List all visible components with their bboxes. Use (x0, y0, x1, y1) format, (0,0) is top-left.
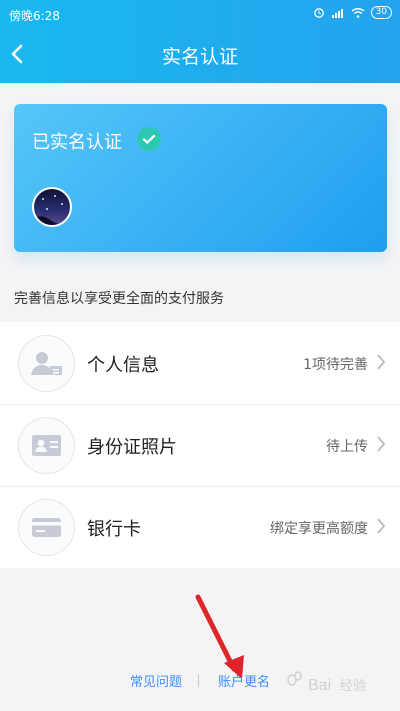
watermark-logo: Bai 经验 (282, 668, 392, 700)
divider (198, 674, 199, 687)
chevron-right-icon (377, 518, 386, 534)
verification-card: 已实名认证 (14, 104, 387, 252)
header-bar: 傍晚6:28 30 实名认证 (0, 0, 400, 83)
card-title: 已实名认证 (32, 132, 122, 153)
avatar (32, 187, 72, 227)
list-item-label: 身份证照片 (87, 437, 177, 458)
wifi-icon (351, 7, 365, 18)
list-item-bank-card[interactable]: 银行卡 绑定享更高额度 (0, 486, 400, 568)
account-rename-link[interactable]: 账户更名 (218, 671, 270, 690)
section-hint: 完善信息以享受更全面的支付服务 (14, 291, 224, 307)
list-item-id-photo[interactable]: 身份证照片 待上传 (0, 404, 400, 487)
status-icons: 30 (313, 6, 392, 19)
nav-bar: 实名认证 (0, 30, 400, 80)
signal-icon (331, 8, 343, 18)
faq-link[interactable]: 常见问题 (130, 671, 182, 690)
bank-card-icon (18, 499, 75, 556)
status-time: 傍晚6:28 (9, 9, 60, 23)
list-item-label: 银行卡 (87, 519, 141, 540)
svg-text:Bai: Bai (308, 677, 331, 694)
verified-check-icon (137, 127, 161, 151)
personal-info-icon (18, 335, 75, 392)
annotation-arrow (195, 594, 244, 679)
svg-text:经验: 经验 (340, 678, 366, 694)
status-bar: 傍晚6:28 30 (0, 0, 400, 26)
list-item-status: 1项待完善 (303, 357, 368, 373)
list-item-label: 个人信息 (87, 355, 159, 376)
battery-indicator: 30 (370, 6, 392, 19)
id-card-icon (18, 417, 75, 474)
list-item-status: 待上传 (326, 439, 368, 455)
info-list: 个人信息 1项待完善 身份证照片 待上传 银行卡 绑定享更高额度 (0, 322, 400, 568)
chevron-right-icon (377, 354, 386, 370)
chevron-right-icon (377, 436, 386, 452)
alarm-icon (313, 7, 324, 18)
list-item-status: 绑定享更高额度 (270, 521, 368, 537)
list-item-personal-info[interactable]: 个人信息 1项待完善 (0, 322, 400, 405)
page-title: 实名认证 (161, 46, 238, 68)
